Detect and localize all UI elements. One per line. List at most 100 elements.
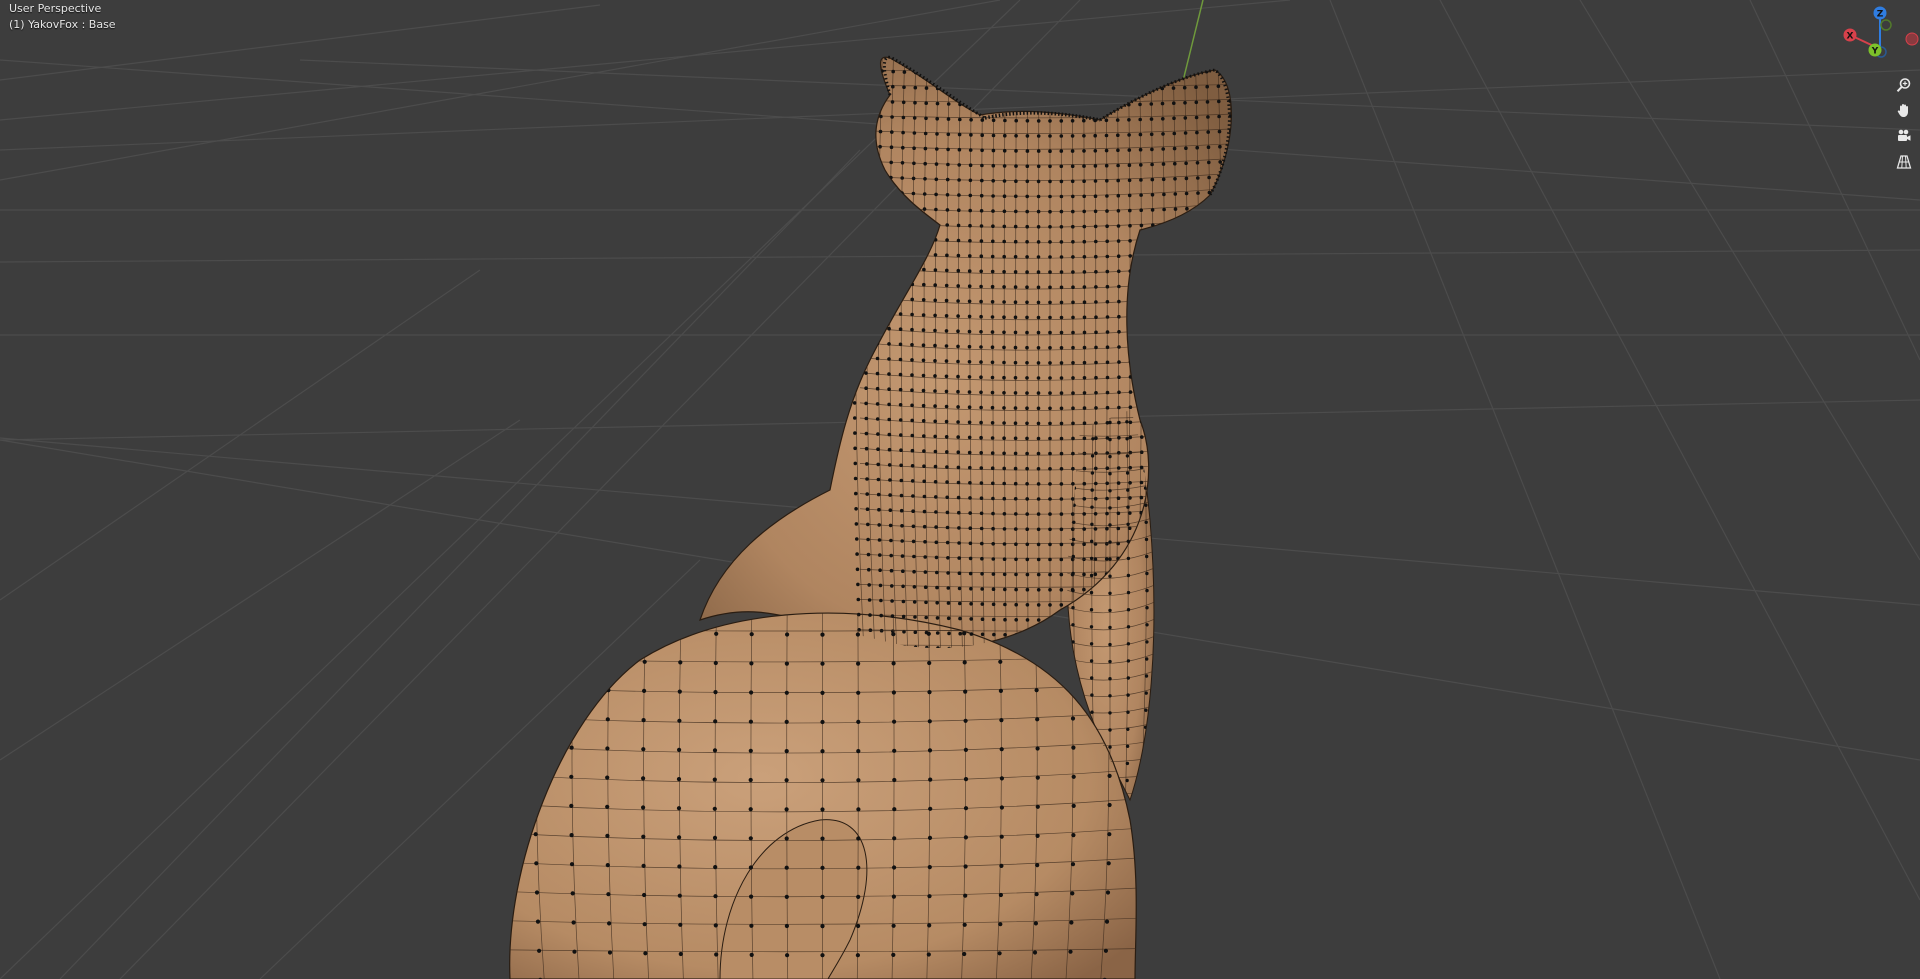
mesh-vertex — [1141, 919, 1145, 923]
mesh-vertex — [864, 431, 869, 436]
mesh-vertex — [1093, 527, 1098, 531]
mesh-vertex — [1014, 73, 1019, 78]
mesh-vertex — [979, 254, 984, 258]
mesh-vertex — [991, 617, 996, 622]
mesh-vertex — [1162, 207, 1166, 212]
mesh-vertex — [1059, 603, 1064, 607]
mesh-vertex — [1174, 298, 1179, 302]
mesh-vertex — [537, 628, 542, 633]
mesh-vertex — [855, 159, 859, 163]
mesh-vertex — [1220, 281, 1224, 285]
mesh-vertex — [1220, 371, 1225, 376]
mesh-vertex — [1145, 640, 1149, 644]
navigation-gizmo[interactable]: Z X Y — [1840, 5, 1920, 75]
mesh-vertex — [1160, 450, 1163, 453]
ortho-toggle-button[interactable] — [1893, 151, 1915, 173]
mesh-vertex — [1195, 145, 1199, 150]
mesh-vertex — [1071, 361, 1075, 365]
mesh-vertex — [1093, 194, 1098, 198]
mesh-vertex — [784, 719, 789, 725]
mesh-vertex — [1205, 629, 1209, 633]
mesh-vertex — [1106, 861, 1111, 866]
mesh-vertex — [1142, 860, 1146, 864]
mesh-vertex — [1197, 372, 1202, 377]
mesh-vertex — [535, 919, 541, 924]
mesh-vertex — [1218, 538, 1223, 542]
mesh-vertex — [1206, 115, 1210, 119]
mesh-vertex — [945, 223, 949, 227]
pan-button[interactable] — [1893, 99, 1915, 121]
mesh-vertex — [784, 661, 790, 666]
gizmo-neg-x-ball[interactable] — [1905, 32, 1919, 46]
mesh-vertex — [1163, 328, 1167, 333]
mesh-vertex — [856, 836, 861, 841]
mesh-vertex — [910, 373, 914, 377]
mesh-vertex — [1194, 614, 1199, 619]
mesh-vertex — [910, 267, 915, 272]
mesh-vertex — [899, 508, 904, 513]
mesh-vertex — [1128, 435, 1133, 440]
3d-viewport[interactable]: User Perspective (1) YakovFox : Base Z X… — [0, 0, 1920, 979]
mesh-vertex — [1160, 646, 1164, 649]
mesh-vertex — [1048, 542, 1052, 547]
mesh-vertex — [1013, 436, 1018, 441]
mesh-vertex — [1242, 189, 1246, 193]
mesh-vertex — [1059, 164, 1064, 169]
mesh-vertex — [1151, 419, 1156, 424]
mesh-vertex — [1232, 341, 1236, 345]
mesh-vertex — [1089, 556, 1094, 561]
mesh-vertex — [1092, 58, 1097, 62]
mesh-vertex — [1071, 330, 1075, 335]
mesh-vertex — [991, 224, 995, 228]
viewport-scene[interactable] — [0, 0, 1920, 979]
mesh-vertex — [1107, 832, 1112, 837]
mesh-vertex — [1048, 209, 1052, 214]
mesh-vertex — [1093, 542, 1098, 546]
mesh-vertex — [1219, 507, 1223, 512]
edge-ring — [1236, 55, 1245, 660]
mesh-vertex — [899, 251, 903, 256]
mesh-vertex — [1174, 282, 1178, 287]
mesh-vertex — [1173, 509, 1178, 514]
grid-line — [1329, 0, 1721, 979]
mesh-vertex — [1013, 451, 1018, 456]
mesh-vertex — [1059, 240, 1064, 244]
mesh-vertex — [856, 612, 861, 617]
grid-line — [0, 419, 521, 761]
mesh-vertex — [968, 178, 973, 183]
mesh-vertex — [1082, 345, 1087, 350]
mesh-vertex — [865, 477, 869, 481]
mesh-vertex — [1171, 57, 1175, 60]
mesh-vertex — [958, 117, 962, 122]
mesh-vertex — [1163, 672, 1166, 675]
zoom-button[interactable] — [1893, 74, 1915, 96]
mesh-vertex — [1126, 710, 1130, 714]
mesh-vertex — [1025, 330, 1029, 335]
mesh-vertex — [1002, 254, 1006, 259]
mesh-vertex — [922, 524, 927, 529]
mesh-vertex — [923, 540, 927, 544]
mesh-vertex — [606, 892, 611, 897]
mesh-vertex — [878, 553, 882, 557]
mesh-vertex — [981, 72, 985, 77]
mesh-vertex — [1184, 554, 1188, 559]
mesh-vertex — [1025, 633, 1030, 637]
mesh-vertex — [869, 57, 874, 58]
mesh-vertex — [891, 69, 895, 74]
mesh-vertex — [963, 689, 968, 694]
mesh-vertex — [1160, 757, 1163, 760]
mesh-vertex — [1244, 401, 1248, 405]
mesh-vertex — [1229, 144, 1232, 148]
mesh-vertex — [968, 239, 972, 243]
mesh-vertex — [502, 627, 506, 631]
mesh-vertex — [887, 432, 892, 437]
camera-view-button[interactable] — [1893, 125, 1915, 147]
mesh-vertex — [569, 862, 575, 867]
mesh-vertex — [679, 602, 683, 606]
mesh-vertex — [1243, 295, 1247, 299]
fox-mesh[interactable] — [497, 53, 1247, 979]
mesh-vertex — [1230, 204, 1232, 209]
gizmo-neg-y-ball[interactable] — [1880, 19, 1892, 31]
mesh-vertex — [891, 894, 897, 899]
mesh-vertex — [1197, 327, 1202, 332]
